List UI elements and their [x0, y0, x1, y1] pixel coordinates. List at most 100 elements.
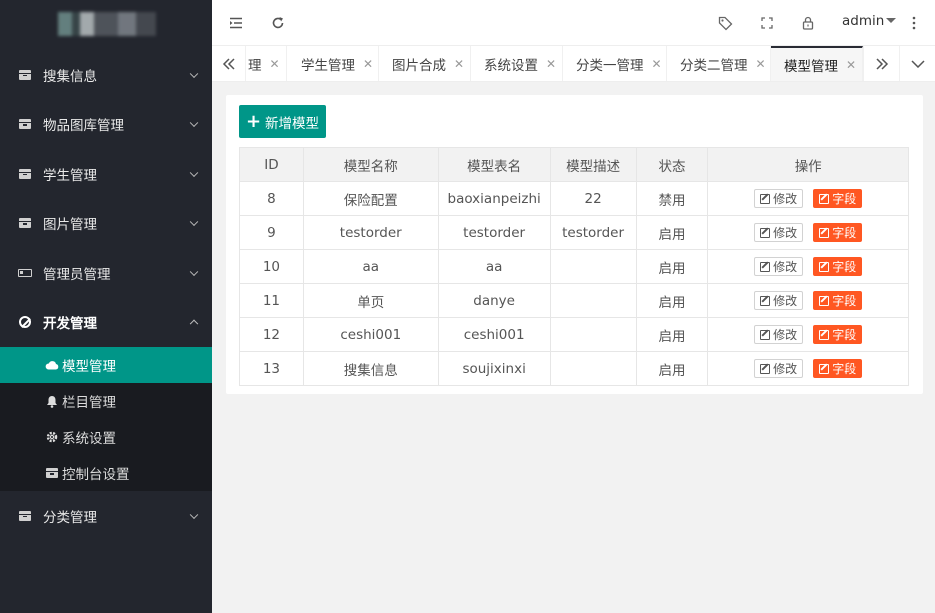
sidebar-item-dev[interactable]: 开发管理: [0, 298, 212, 348]
cell-actions: 修改 字段: [707, 215, 909, 250]
fullscreen-icon[interactable]: [758, 14, 776, 32]
edit-icon: [819, 227, 830, 238]
tab-students[interactable]: 学生管理 ✕: [287, 46, 379, 81]
close-icon[interactable]: ✕: [756, 57, 766, 71]
more-vertical-icon[interactable]: [905, 14, 923, 32]
fields-button[interactable]: 字段: [813, 223, 863, 242]
edit-icon: [819, 295, 830, 306]
edit-icon: [760, 193, 771, 204]
sidebar-subitem-label: 系统设置: [62, 431, 116, 447]
chevron-down-icon: [189, 118, 199, 128]
menu-fold-icon[interactable]: [227, 14, 245, 32]
edit-label: 修改: [773, 226, 798, 240]
tab-category-one[interactable]: 分类一管理 ✕: [563, 46, 667, 81]
sidebar-item-label: 学生管理: [43, 167, 97, 184]
content-card: + 新增模型 ID 模型名称 模型表名 模型描述 状态 操作 8 保险配置 baoxi…: [226, 95, 923, 394]
sidebar-item-students[interactable]: 学生管理: [0, 149, 212, 199]
sidebar-subitem-columns[interactable]: 栏目管理: [0, 383, 212, 419]
edit-icon: [760, 261, 771, 272]
edit-button[interactable]: 修改: [754, 291, 804, 310]
fields-button[interactable]: 字段: [813, 257, 863, 276]
box-icon: [18, 118, 32, 130]
edit-icon: [819, 363, 830, 374]
close-icon[interactable]: ✕: [546, 57, 556, 71]
close-icon[interactable]: ✕: [652, 57, 662, 71]
cell-actions: 修改 字段: [707, 181, 909, 216]
fields-button[interactable]: 字段: [813, 189, 863, 208]
edit-label: 修改: [773, 294, 798, 308]
box-icon: [45, 468, 59, 478]
edit-button[interactable]: 修改: [754, 359, 804, 378]
edit-button[interactable]: 修改: [754, 223, 804, 242]
cell-name: 单页: [302, 283, 439, 318]
sidebar-subitem-console-settings[interactable]: 控制台设置: [0, 455, 212, 491]
close-icon[interactable]: ✕: [454, 57, 464, 71]
tabs-scroll-right-icon[interactable]: [863, 46, 899, 81]
tab-models[interactable]: 模型管理 ✕: [771, 46, 863, 81]
gear-icon: [45, 431, 59, 443]
tab-partial[interactable]: 理 ✕: [246, 46, 287, 81]
sidebar: 搜集信息 物品图库管理 学生管理 图片管理 管理员管理 开发管理 模型管理 栏目…: [0, 0, 212, 613]
tab-image-compose[interactable]: 图片合成 ✕: [379, 46, 471, 81]
close-icon[interactable]: ✕: [363, 57, 373, 71]
column-header: 操作: [707, 147, 909, 182]
sidebar-item-collect-info[interactable]: 搜集信息: [0, 50, 212, 100]
chevron-down-icon: [189, 217, 199, 227]
fields-label: 字段: [832, 362, 857, 376]
sidebar-item-item-gallery[interactable]: 物品图库管理: [0, 100, 212, 150]
cell-desc: [549, 249, 637, 284]
tabs-scroll-left-icon[interactable]: [212, 46, 246, 81]
cell-id: 8: [239, 181, 304, 216]
table-row: 11 单页 danye 启用 修改 字段: [239, 283, 909, 318]
fields-label: 字段: [832, 226, 857, 240]
chevron-down-icon: [189, 69, 199, 78]
cell-desc: 22: [549, 181, 637, 216]
user-menu[interactable]: admin: [842, 13, 897, 29]
tab-label: 系统设置: [484, 57, 538, 74]
cell-table: aa: [437, 249, 551, 284]
tab-system-settings[interactable]: 系统设置 ✕: [471, 46, 563, 81]
edit-icon: [819, 193, 830, 204]
add-model-button[interactable]: + 新增模型: [239, 105, 326, 138]
close-icon[interactable]: ✕: [846, 58, 856, 72]
edit-button[interactable]: 修改: [754, 325, 804, 344]
column-header: 模型名称: [302, 147, 439, 182]
fields-button[interactable]: 字段: [813, 291, 863, 310]
edit-label: 修改: [773, 260, 798, 274]
refresh-icon[interactable]: [269, 14, 287, 32]
cell-table: soujixinxi: [437, 351, 551, 386]
submenu-dev: 模型管理 栏目管理 系统设置 控制台设置: [0, 347, 212, 491]
tabs-dropdown-icon[interactable]: [899, 46, 935, 81]
sidebar-subitem-system-settings[interactable]: 系统设置: [0, 419, 212, 455]
cell-status: 启用: [635, 215, 709, 250]
fields-label: 字段: [832, 260, 857, 274]
table-row: 9 testorder testorder testorder 启用 修改 字段: [239, 215, 909, 250]
fields-button[interactable]: 字段: [813, 325, 863, 344]
close-icon[interactable]: ✕: [270, 57, 280, 71]
edit-label: 修改: [773, 362, 798, 376]
box-icon: [18, 69, 32, 81]
cell-name: 搜集信息: [302, 351, 439, 386]
table-header-row: ID 模型名称 模型表名 模型描述 状态 操作: [239, 147, 909, 182]
edit-label: 修改: [773, 192, 798, 206]
edit-icon: [819, 261, 830, 272]
user-name: admin: [842, 13, 885, 29]
sidebar-subitem-models[interactable]: 模型管理: [0, 347, 212, 383]
edit-button[interactable]: 修改: [754, 189, 804, 208]
lock-icon[interactable]: [799, 14, 817, 32]
column-header: ID: [239, 147, 304, 182]
cell-table: danye: [437, 283, 551, 318]
cell-actions: 修改 字段: [707, 283, 909, 318]
sidebar-item-categories[interactable]: 分类管理: [0, 491, 212, 541]
edit-icon: [760, 295, 771, 306]
cell-table: baoxianpeizhi: [437, 181, 551, 216]
edit-button[interactable]: 修改: [754, 257, 804, 276]
column-header: 模型表名: [437, 147, 551, 182]
sidebar-item-admins[interactable]: 管理员管理: [0, 248, 212, 298]
tag-icon[interactable]: [716, 14, 734, 32]
sidebar-subitem-label: 控制台设置: [62, 467, 130, 483]
fields-button[interactable]: 字段: [813, 359, 863, 378]
logo-image: [58, 12, 156, 36]
tab-category-two[interactable]: 分类二管理 ✕: [667, 46, 771, 81]
sidebar-item-images[interactable]: 图片管理: [0, 199, 212, 249]
